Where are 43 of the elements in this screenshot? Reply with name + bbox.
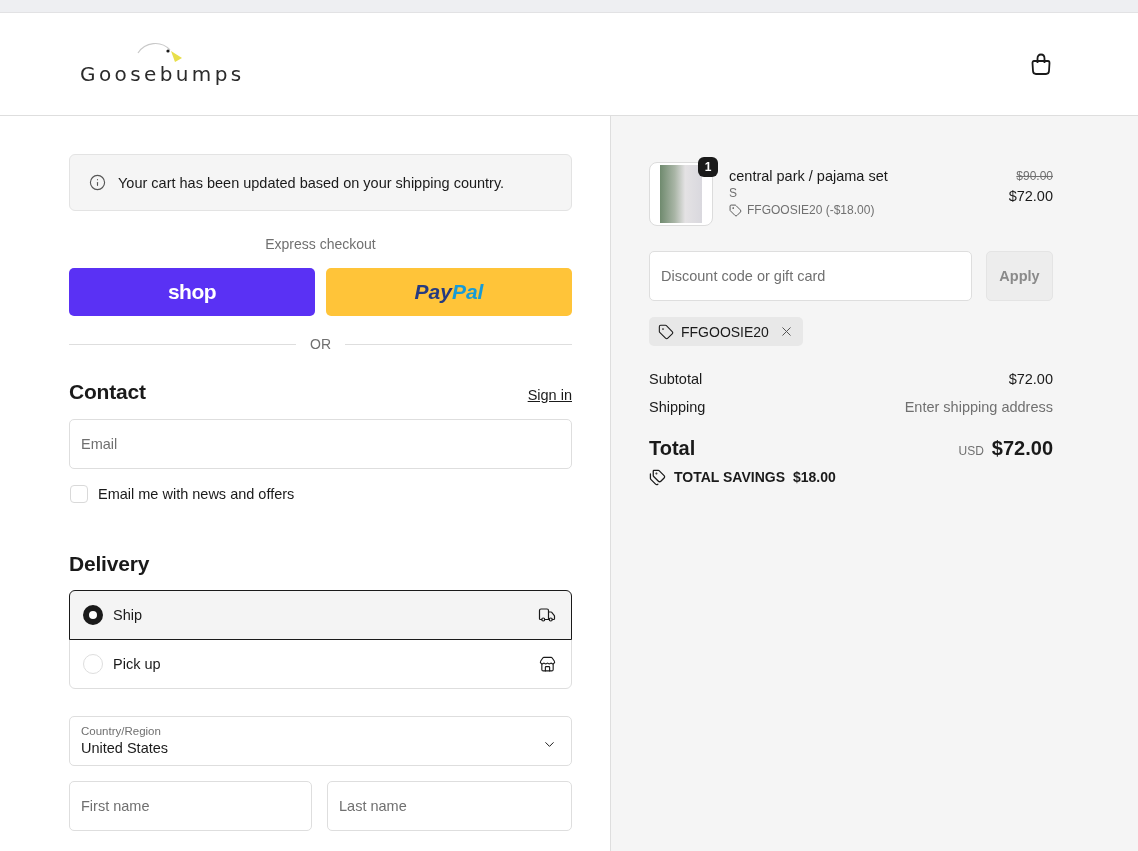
section-title: Contact xyxy=(69,379,146,405)
shop-pay-button[interactable]: shop xyxy=(69,268,315,316)
delivery-option[interactable]: Ship xyxy=(69,590,572,640)
summary-value: Enter shipping address xyxy=(904,399,1053,415)
banner-text: Your cart has been updated based on your shipping country. xyxy=(118,174,505,191)
summary-label: Shipping xyxy=(649,399,706,415)
checkbox[interactable] xyxy=(70,485,88,503)
tag-icon xyxy=(729,203,742,217)
quantity-badge: 1 xyxy=(698,157,718,177)
section-title: Delivery xyxy=(69,551,150,577)
country-select[interactable]: Country/Region United States xyxy=(69,716,572,766)
discount-code: FFGOOSIE20 xyxy=(681,323,769,340)
checkbox-label: Email me with news and offers xyxy=(98,486,295,502)
item-discount: FFGOOSIE20 (-$18.00) xyxy=(747,203,875,217)
divider-text: OR xyxy=(310,336,331,352)
tag-icon xyxy=(658,323,674,340)
logo-text: Goosebumps xyxy=(80,61,245,87)
photo-placeholder xyxy=(660,165,702,223)
savings-value: $18.00 xyxy=(793,469,836,485)
discount-code-field[interactable]: Discount code or gift card xyxy=(649,251,972,301)
info-icon xyxy=(89,174,106,191)
name-field[interactable]: Last name xyxy=(327,781,572,831)
price: $72.00 xyxy=(1008,187,1053,206)
radio-button[interactable] xyxy=(83,605,103,625)
product-variant: S xyxy=(729,185,737,201)
original-price: $90.00 xyxy=(1016,168,1053,185)
paypal-button[interactable]: PayPal xyxy=(326,268,572,316)
sign-in-link[interactable]: Sign in xyxy=(527,387,572,403)
truck-icon xyxy=(538,606,556,624)
delivery-option[interactable]: Pick up xyxy=(69,639,572,689)
summary-value: $72.00 xyxy=(1008,371,1053,387)
summary-label: Subtotal xyxy=(649,371,703,387)
total-label: Total xyxy=(649,436,696,460)
total-value: $72.00 xyxy=(991,436,1053,460)
email-field[interactable]: Email xyxy=(69,419,572,469)
shopping-bag-icon[interactable] xyxy=(1031,53,1051,75)
product-name: central park / pajama set xyxy=(729,167,888,185)
tag-icon xyxy=(649,468,666,486)
name-field[interactable]: First name xyxy=(69,781,312,831)
express-checkout-title: Express checkout xyxy=(265,235,376,254)
savings-label: TOTAL SAVINGS xyxy=(674,469,785,485)
currency-code: USD xyxy=(958,443,984,458)
store-icon xyxy=(539,655,556,673)
